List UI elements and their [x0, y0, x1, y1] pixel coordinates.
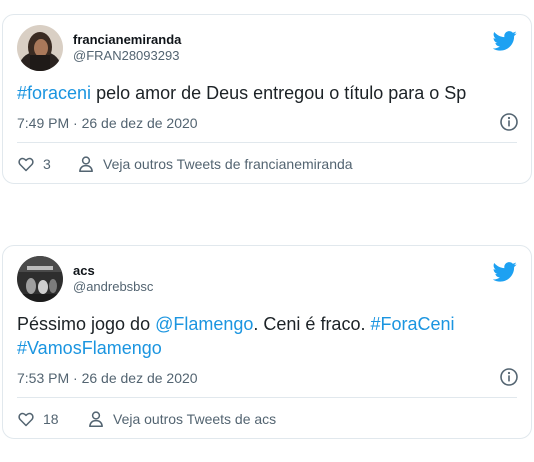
author-names: acs @andrebsbsc: [73, 263, 153, 295]
person-icon: [79, 156, 93, 172]
tweet-text: #foraceni pelo amor de Deus entregou o t…: [17, 81, 517, 105]
author-display-name[interactable]: francianemiranda: [73, 32, 181, 48]
view-more-tweets-label: Veja outros Tweets de acs: [113, 411, 277, 427]
hashtag-link[interactable]: #foraceni: [17, 83, 91, 103]
author-handle[interactable]: @FRAN28093293: [73, 48, 181, 64]
tweet-timestamp[interactable]: 7:53 PM · 26 de dez de 2020: [17, 370, 198, 386]
heart-icon: [18, 412, 34, 427]
tweet-header: acs @andrebsbsc: [17, 256, 517, 304]
like-count: 3: [43, 156, 51, 172]
tweet-text-segment: Péssimo jogo do: [17, 314, 156, 334]
tweet-actions: 3 Veja outros Tweets de francianemiranda: [17, 153, 517, 175]
author-handle[interactable]: @andrebsbsc: [73, 279, 153, 295]
like-button[interactable]: 18: [17, 408, 67, 430]
view-more-tweets-label: Veja outros Tweets de francianemiranda: [103, 156, 353, 172]
hashtag-link[interactable]: #VamosFlamengo: [17, 338, 162, 358]
avatar-photo: [17, 256, 63, 302]
twitter-bird-icon[interactable]: [493, 262, 517, 282]
divider: [17, 142, 517, 143]
tweet-timestamp[interactable]: 7:49 PM · 26 de dez de 2020: [17, 115, 198, 131]
avatar[interactable]: [17, 256, 63, 302]
heart-icon: [18, 157, 34, 172]
like-button[interactable]: 3: [17, 153, 67, 175]
avatar[interactable]: [17, 25, 63, 71]
info-icon[interactable]: [499, 367, 519, 387]
tweet-text: Péssimo jogo do @Flamengo. Ceni é fraco.…: [17, 312, 517, 360]
person-icon: [89, 411, 103, 427]
mention-link[interactable]: @Flamengo: [155, 314, 253, 334]
divider: [17, 397, 517, 398]
author-display-name[interactable]: acs: [73, 263, 153, 279]
info-icon[interactable]: [499, 112, 519, 132]
like-count: 18: [43, 411, 59, 427]
tweet-actions: 18 Veja outros Tweets de acs: [17, 408, 517, 430]
tweet-header: francianemiranda @FRAN28093293: [17, 25, 517, 73]
tweet-text-segment: pelo amor de Deus entregou o título para…: [91, 83, 467, 103]
hashtag-link[interactable]: #ForaCeni: [370, 314, 454, 334]
tweet-text-segment: . Ceni é fraco.: [253, 314, 371, 334]
tweet-card[interactable]: acs @andrebsbsc Péssimo jogo do @Flameng…: [2, 245, 532, 439]
avatar-photo: [17, 25, 63, 71]
twitter-bird-icon[interactable]: [493, 31, 517, 51]
tweet-card[interactable]: francianemiranda @FRAN28093293 #foraceni…: [2, 14, 532, 184]
author-names: francianemiranda @FRAN28093293: [73, 32, 181, 64]
